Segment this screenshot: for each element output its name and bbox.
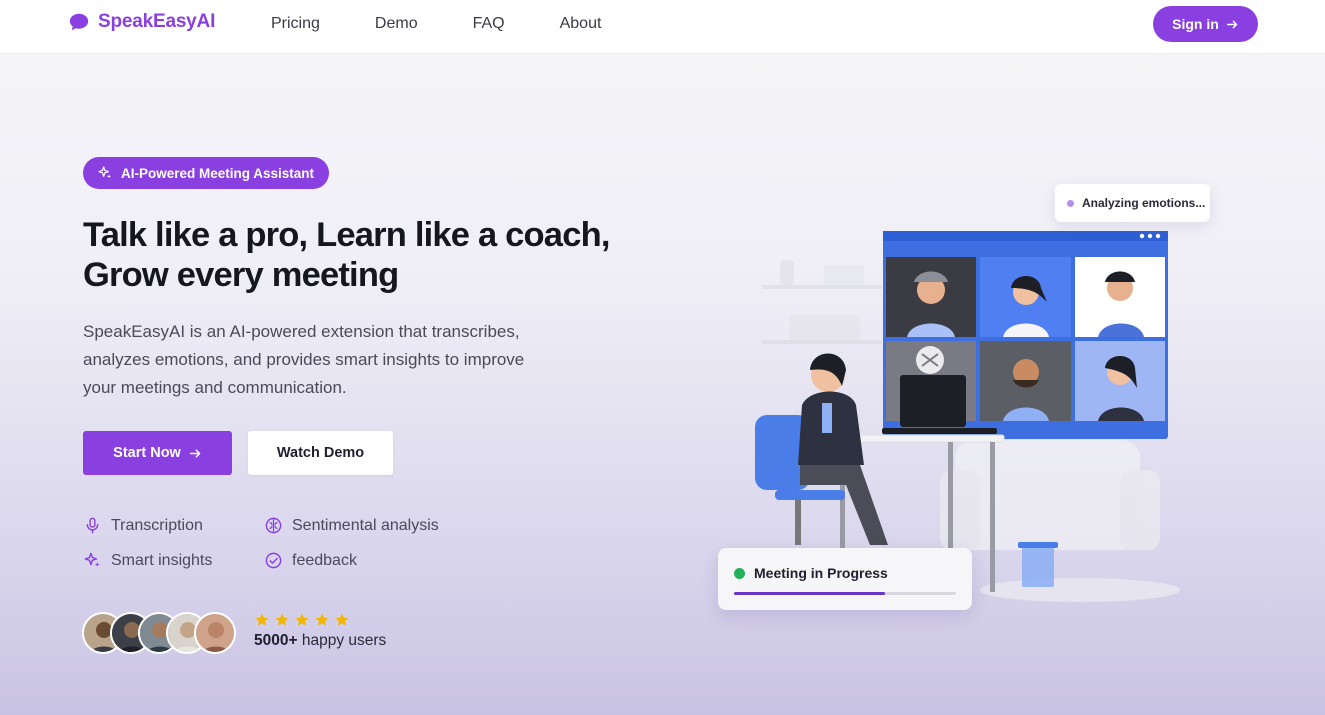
watch-demo-label: Watch Demo — [276, 445, 365, 461]
sparkles-icon — [84, 552, 100, 567]
nav-link-demo[interactable]: Demo — [375, 15, 418, 33]
arrow-right-icon — [189, 449, 201, 457]
brain-icon — [265, 517, 282, 534]
feature-transcription: Transcription — [83, 516, 203, 535]
star-icon — [255, 613, 269, 626]
badge-label: AI-Powered Meeting Assistant — [121, 165, 315, 181]
feature-badge: AI-Powered Meeting Assistant — [83, 157, 330, 189]
nav-link-faq[interactable]: FAQ — [473, 15, 505, 33]
happy-users-text: 5000+ happy users — [254, 632, 386, 650]
watch-demo-button[interactable]: Watch Demo — [248, 431, 393, 475]
chat-bubble-icon — [69, 13, 89, 31]
nav-links: Pricing Demo FAQ About — [271, 15, 601, 33]
brand-name: SpeakEasyAI — [98, 11, 216, 32]
avatar — [194, 612, 236, 654]
feature-smart-insights: Smart insights — [83, 551, 212, 570]
feature-label: feedback — [292, 551, 357, 569]
top-navbar: SpeakEasyAI Pricing Demo FAQ About Sign … — [0, 0, 1325, 54]
nav-link-about[interactable]: About — [560, 15, 602, 33]
feature-sentiment: Sentimental analysis — [264, 516, 439, 535]
star-icon — [295, 613, 309, 626]
star-icon — [335, 613, 349, 626]
live-status-dot — [734, 568, 745, 579]
star-icon — [315, 613, 329, 626]
star-icon — [275, 613, 289, 626]
sign-in-label: Sign in — [1172, 16, 1219, 32]
feature-label: Sentimental analysis — [292, 516, 439, 534]
start-now-button[interactable]: Start Now — [83, 431, 232, 475]
feature-label: Transcription — [111, 516, 203, 534]
user-count-suffix: happy users — [301, 632, 387, 649]
user-avatars — [82, 612, 236, 654]
check-circle-icon — [265, 552, 282, 569]
meeting-status-label: Meeting in Progress — [754, 565, 888, 581]
nav-link-pricing[interactable]: Pricing — [271, 15, 320, 33]
feature-label: Smart insights — [111, 551, 213, 569]
hero-description: SpeakEasyAI is an AI-powered extension t… — [83, 322, 525, 397]
arrow-right-icon — [1226, 20, 1238, 28]
hero-title: Talk like a pro, Learn like a coach, Gro… — [83, 215, 643, 295]
user-count: 5000+ — [254, 632, 298, 649]
feature-feedback: feedback — [264, 551, 357, 570]
analyzing-emotions-chip: Analyzing emotions... — [1055, 184, 1210, 222]
analyzing-label: Analyzing emotions... — [1082, 196, 1206, 210]
hero-title-line-2: Grow every meeting — [83, 256, 399, 294]
sparkles-icon — [98, 166, 111, 179]
sign-in-button[interactable]: Sign in — [1153, 6, 1258, 42]
brand-logo[interactable]: SpeakEasyAI — [68, 11, 215, 33]
microphone-icon — [86, 517, 99, 534]
meeting-progress-fill — [734, 592, 885, 595]
hero-title-line-1: Talk like a pro, Learn like a coach, — [83, 216, 610, 254]
meeting-progress-track — [734, 592, 956, 595]
meeting-progress-card: Meeting in Progress — [718, 548, 972, 610]
rating-stars — [254, 612, 350, 628]
start-now-label: Start Now — [113, 445, 181, 461]
status-dot — [1067, 199, 1074, 207]
